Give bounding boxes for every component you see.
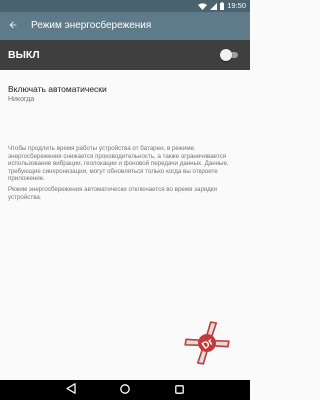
back-button[interactable]: [3, 16, 23, 36]
master-switch-label: ВЫКЛ: [8, 49, 40, 61]
master-switch-bar[interactable]: ВЫКЛ: [0, 40, 250, 70]
auto-turn-on-title: Включать автоматически: [8, 84, 107, 94]
arrow-back-icon: [8, 17, 18, 35]
watermark-logo: Dr: [178, 318, 236, 368]
auto-turn-on-setting[interactable]: Включать автоматически Никогда: [8, 84, 242, 105]
nav-home-icon: [120, 381, 130, 399]
nav-recent-icon: [174, 381, 184, 399]
nav-recent-button[interactable]: [172, 383, 186, 397]
nav-back-icon: [66, 381, 76, 399]
auto-turn-on-summary: Никогда: [8, 96, 35, 103]
auto-off-description: Режим энергосбережения автоматически отк…: [8, 186, 217, 201]
page-title: Режим энергосбережения: [31, 20, 152, 31]
nav-home-button[interactable]: [118, 383, 132, 397]
status-bar: 19:50: [0, 0, 250, 12]
status-time: 19:50: [227, 1, 246, 10]
navigation-bar: [0, 380, 250, 400]
battery-saver-description: Чтобы продлить время работы устройства о…: [8, 145, 229, 183]
nav-back-button[interactable]: [64, 383, 78, 397]
toggle-thumb: [220, 49, 232, 61]
battery-saver-toggle[interactable]: [220, 49, 240, 61]
app-bar: Режим энергосбережения: [0, 12, 250, 40]
status-icons: 19:50: [198, 1, 246, 11]
